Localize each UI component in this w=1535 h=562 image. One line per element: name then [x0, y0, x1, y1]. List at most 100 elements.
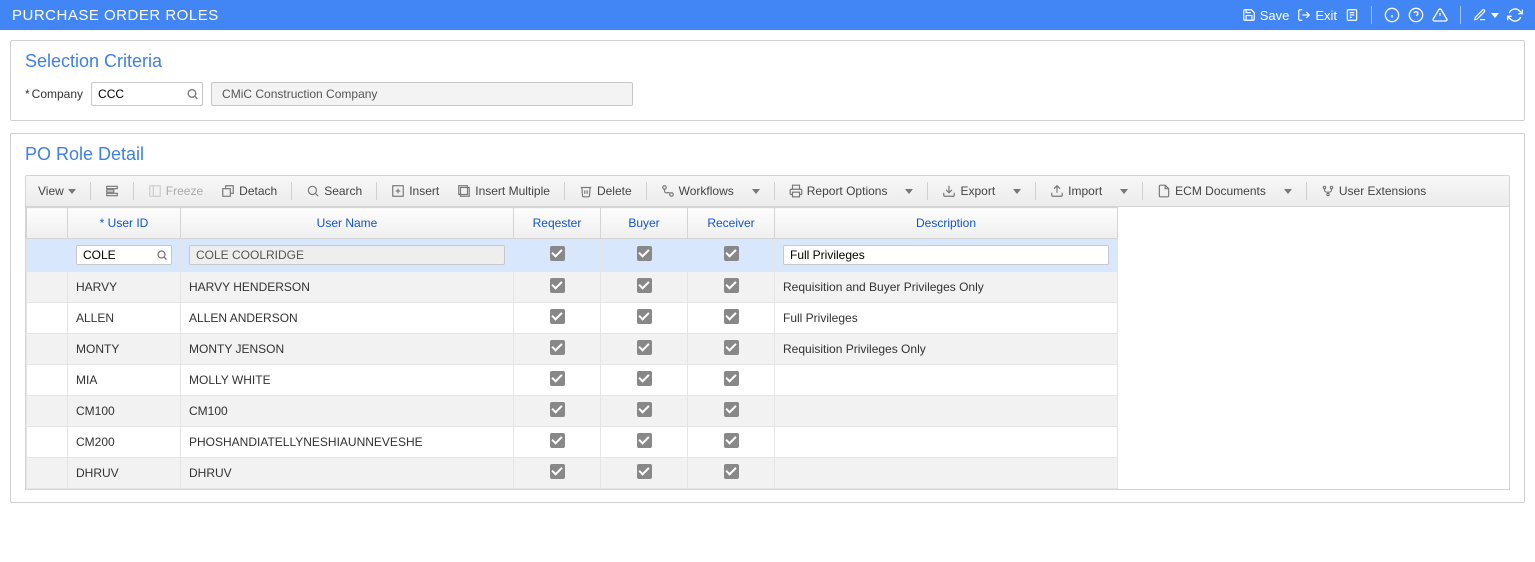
refresh-icon: [1507, 7, 1523, 23]
view-menu-button[interactable]: View: [32, 180, 82, 202]
alert-button[interactable]: [1432, 7, 1448, 23]
rec-checkbox[interactable]: [724, 340, 739, 355]
refresh-button[interactable]: [1507, 7, 1523, 23]
export-icon: [942, 184, 956, 198]
cell-description[interactable]: [775, 365, 1118, 396]
col-user-name[interactable]: User Name: [181, 208, 514, 239]
buy-checkbox[interactable]: [637, 464, 652, 479]
save-button[interactable]: Save: [1242, 8, 1290, 23]
cell-user-id[interactable]: CM200: [68, 427, 181, 458]
col-receiver[interactable]: Receiver: [688, 208, 775, 239]
table-row[interactable]: MONTYMONTY JENSONRequisition Privileges …: [27, 334, 1118, 365]
cell-description[interactable]: [775, 458, 1118, 489]
help-button[interactable]: [1408, 7, 1424, 23]
rec-checkbox[interactable]: [724, 402, 739, 417]
row-selector[interactable]: [27, 303, 68, 334]
format-button[interactable]: [99, 180, 125, 202]
col-user-id[interactable]: * User ID: [68, 208, 181, 239]
workflows-button[interactable]: Workflows: [655, 180, 740, 202]
toolbar-separator: [1371, 6, 1372, 24]
export-menu-button[interactable]: [1007, 185, 1027, 198]
workflows-menu-button[interactable]: [746, 185, 766, 198]
row-selector[interactable]: [27, 365, 68, 396]
row-selector[interactable]: [27, 334, 68, 365]
table-row[interactable]: CM100CM100: [27, 396, 1118, 427]
buy-checkbox[interactable]: [637, 246, 652, 261]
table-row[interactable]: HARVYHARVY HENDERSONRequisition and Buye…: [27, 272, 1118, 303]
export-button[interactable]: Export: [936, 180, 1001, 202]
row-selector[interactable]: [27, 458, 68, 489]
ecm-documents-menu-button[interactable]: [1278, 185, 1298, 198]
ecm-documents-button[interactable]: ECM Documents: [1151, 180, 1272, 202]
req-checkbox[interactable]: [550, 433, 565, 448]
cell-user-id[interactable]: MONTY: [68, 334, 181, 365]
req-checkbox[interactable]: [550, 340, 565, 355]
search-button[interactable]: Search: [300, 180, 368, 202]
cell-description[interactable]: [775, 396, 1118, 427]
table-row[interactable]: ALLENALLEN ANDERSONFull Privileges: [27, 303, 1118, 334]
table-row[interactable]: DHRUVDHRUV: [27, 458, 1118, 489]
delete-button[interactable]: Delete: [573, 180, 638, 202]
buy-checkbox[interactable]: [637, 433, 652, 448]
company-lookup-button[interactable]: [186, 88, 199, 101]
cell-description[interactable]: Requisition and Buyer Privileges Only: [775, 272, 1118, 303]
rec-checkbox[interactable]: [724, 464, 739, 479]
cell-buy: [601, 458, 688, 489]
detach-button[interactable]: Detach: [215, 180, 283, 202]
rec-checkbox[interactable]: [724, 371, 739, 386]
cell-description[interactable]: Full Privileges: [775, 303, 1118, 334]
req-checkbox[interactable]: [550, 371, 565, 386]
company-name-display: CMiC Construction Company: [211, 82, 633, 106]
cell-user-id[interactable]: ALLEN: [68, 303, 181, 334]
insert-multiple-button[interactable]: Insert Multiple: [451, 180, 556, 202]
cell-user-id[interactable]: DHRUV: [68, 458, 181, 489]
rec-checkbox[interactable]: [724, 309, 739, 324]
buy-checkbox[interactable]: [637, 278, 652, 293]
cell-user-id[interactable]: MIA: [68, 365, 181, 396]
info-button[interactable]: [1384, 7, 1400, 23]
notes-button[interactable]: [1345, 8, 1359, 22]
import-menu-button[interactable]: [1114, 185, 1134, 198]
req-checkbox[interactable]: [550, 246, 565, 261]
req-checkbox[interactable]: [550, 464, 565, 479]
col-requester[interactable]: Reqester: [514, 208, 601, 239]
report-options-menu-button[interactable]: [899, 185, 919, 198]
import-button[interactable]: Import: [1044, 180, 1108, 202]
user-name-display: COLE COOLRIDGE: [189, 245, 505, 265]
col-buyer[interactable]: Buyer: [601, 208, 688, 239]
freeze-button: Freeze: [142, 180, 209, 202]
buy-checkbox[interactable]: [637, 402, 652, 417]
buy-checkbox[interactable]: [637, 371, 652, 386]
cell-rec: [688, 427, 775, 458]
cell-description[interactable]: [775, 427, 1118, 458]
cell-user-id[interactable]: CM100: [68, 396, 181, 427]
req-checkbox[interactable]: [550, 278, 565, 293]
table-row[interactable]: CM200PHOSHANDIATELLYNESHIAUNNEVESHE: [27, 427, 1118, 458]
row-selector[interactable]: [27, 427, 68, 458]
table-row[interactable]: COLE COOLRIDGE: [27, 239, 1118, 272]
rec-checkbox[interactable]: [724, 278, 739, 293]
edit-menu-button[interactable]: [1473, 8, 1499, 22]
cell-description[interactable]: Requisition Privileges Only: [775, 334, 1118, 365]
row-selector[interactable]: [27, 239, 68, 272]
req-checkbox[interactable]: [550, 309, 565, 324]
user-id-lookup-button[interactable]: [156, 249, 168, 261]
req-checkbox[interactable]: [550, 402, 565, 417]
cell-user-id[interactable]: HARVY: [68, 272, 181, 303]
table-row[interactable]: MIAMOLLY WHITE: [27, 365, 1118, 396]
description-input[interactable]: [783, 245, 1109, 265]
rec-checkbox[interactable]: [724, 433, 739, 448]
rec-checkbox[interactable]: [724, 246, 739, 261]
selection-criteria-title: Selection Criteria: [25, 51, 1510, 72]
buy-checkbox[interactable]: [637, 309, 652, 324]
row-selector[interactable]: [27, 396, 68, 427]
insert-button[interactable]: Insert: [385, 180, 445, 202]
buy-checkbox[interactable]: [637, 340, 652, 355]
import-icon: [1050, 184, 1064, 198]
exit-button[interactable]: Exit: [1297, 8, 1337, 23]
user-extensions-button[interactable]: User Extensions: [1315, 180, 1432, 202]
row-selector[interactable]: [27, 272, 68, 303]
report-options-button[interactable]: Report Options: [783, 180, 894, 202]
title-actions: Save Exit: [1242, 6, 1523, 24]
col-description[interactable]: Description: [775, 208, 1118, 239]
